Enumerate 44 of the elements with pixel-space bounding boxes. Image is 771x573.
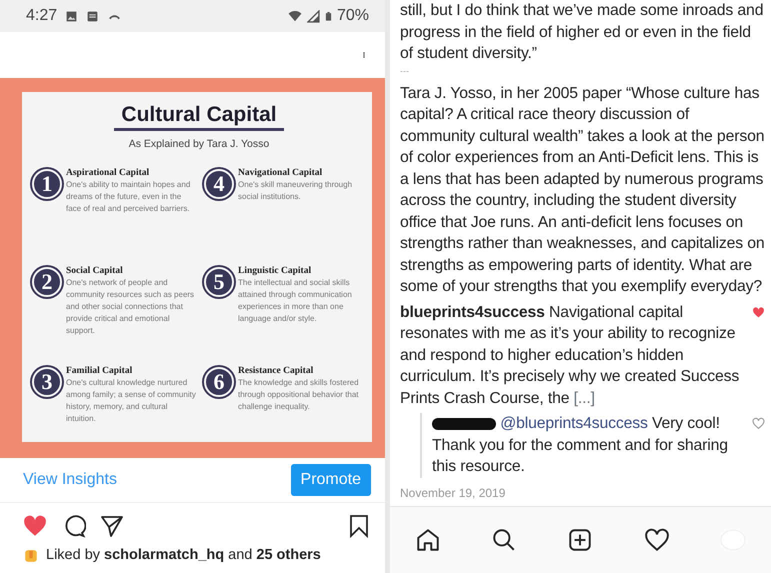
capital-heading: Social Capital	[66, 264, 124, 278]
send-icon[interactable]	[100, 514, 124, 538]
number-badge: 4	[204, 168, 234, 199]
wifi-icon	[286, 9, 303, 23]
number-badge: 2	[32, 266, 62, 297]
reply-text: @blueprints4success Very cool! Thank you for the comment and for sharing this resource.	[432, 414, 729, 477]
home-icon[interactable]	[415, 526, 442, 553]
caption-paragraph: Tara J. Yosso, in her 2005 paper “Whose culture has capital? A critical race theory discussion of community cultural wealth” takes a look at the person of color experiences from an Anti-Deficit lens. This is a lens that has been adapted by numerous programs across the country, including the student diversity office that Joe runs. An anti-deficit lens focuses on strengths rather than weaknesses, and capitalizes on strengths as empowering parts of identity. What are some of your strengths that you exemplify everyday?	[400, 84, 765, 297]
capital-heading: Linguistic Capital	[238, 264, 312, 278]
comment-text: blueprints4success Navigational capital resonates with me as it’s your ability to recognize and respond to higher education’s hidden curriculum. It’s precisely why we created Success Prints Crash Course, the [...]	[400, 302, 740, 408]
battery-level: 70%	[336, 6, 369, 26]
capital-heading: Resistance Capital	[238, 364, 314, 378]
number-badge: 6	[204, 366, 234, 397]
infographic-subtitle: As Explained by Tara J. Yosso	[128, 137, 270, 152]
status-time: 4:27	[26, 6, 58, 26]
capital-description: One's cultural knowledge nurtured among family; a sense of community history, memory, and cultural intuition.	[66, 377, 196, 426]
likes-summary: Liked by scholarmatch_hq and 25 others	[46, 546, 321, 565]
bookmark-icon[interactable]	[347, 513, 371, 539]
comment-like-icon[interactable]	[752, 306, 765, 318]
capital-description: One's ability to maintain hopes and dreams of the future, even in the face of real and perceived barriers.	[66, 179, 192, 216]
document-icon	[86, 10, 100, 22]
signal-icon	[306, 10, 320, 22]
liker-avatar-icon	[24, 548, 38, 563]
capital-description: The intellectual and social skills attained through communication experiences in more than one language and/or style.	[238, 277, 353, 326]
promote-button[interactable]: Promote	[290, 464, 371, 496]
capital-description: One's network of people and community resources such as peers and other social connections that provide critical and emotional support.	[66, 277, 196, 338]
capital-description: The knowledge and skills fostered through oppositional behavior that challenge inequality.	[238, 377, 360, 414]
image-icon	[65, 10, 78, 22]
comment-like-icon[interactable]	[752, 417, 765, 430]
capital-description: One's skill maneuvering through social institutions.	[238, 179, 354, 204]
separator-text: ---	[400, 64, 410, 76]
number-badge: 3	[32, 366, 62, 397]
capital-heading: Navigational Capital	[238, 166, 324, 180]
post-date: November 19, 2019	[400, 484, 506, 502]
add-post-icon[interactable]	[567, 526, 594, 553]
capital-heading: Aspirational Capital	[66, 166, 150, 180]
infographic-title: Cultural Capital	[120, 102, 278, 128]
activity-icon[interactable]	[644, 526, 670, 553]
capital-heading: Familial Capital	[66, 364, 134, 378]
caption-paragraph: still, but I do think that we’ve made some inroads and progress in the field of higher ed or even in the field of student diversity.”	[400, 1, 764, 64]
number-badge: 5	[204, 266, 234, 297]
view-insights-link[interactable]: View Insights	[23, 468, 117, 492]
redaction-mark	[432, 418, 496, 430]
number-badge: 1	[32, 168, 62, 199]
